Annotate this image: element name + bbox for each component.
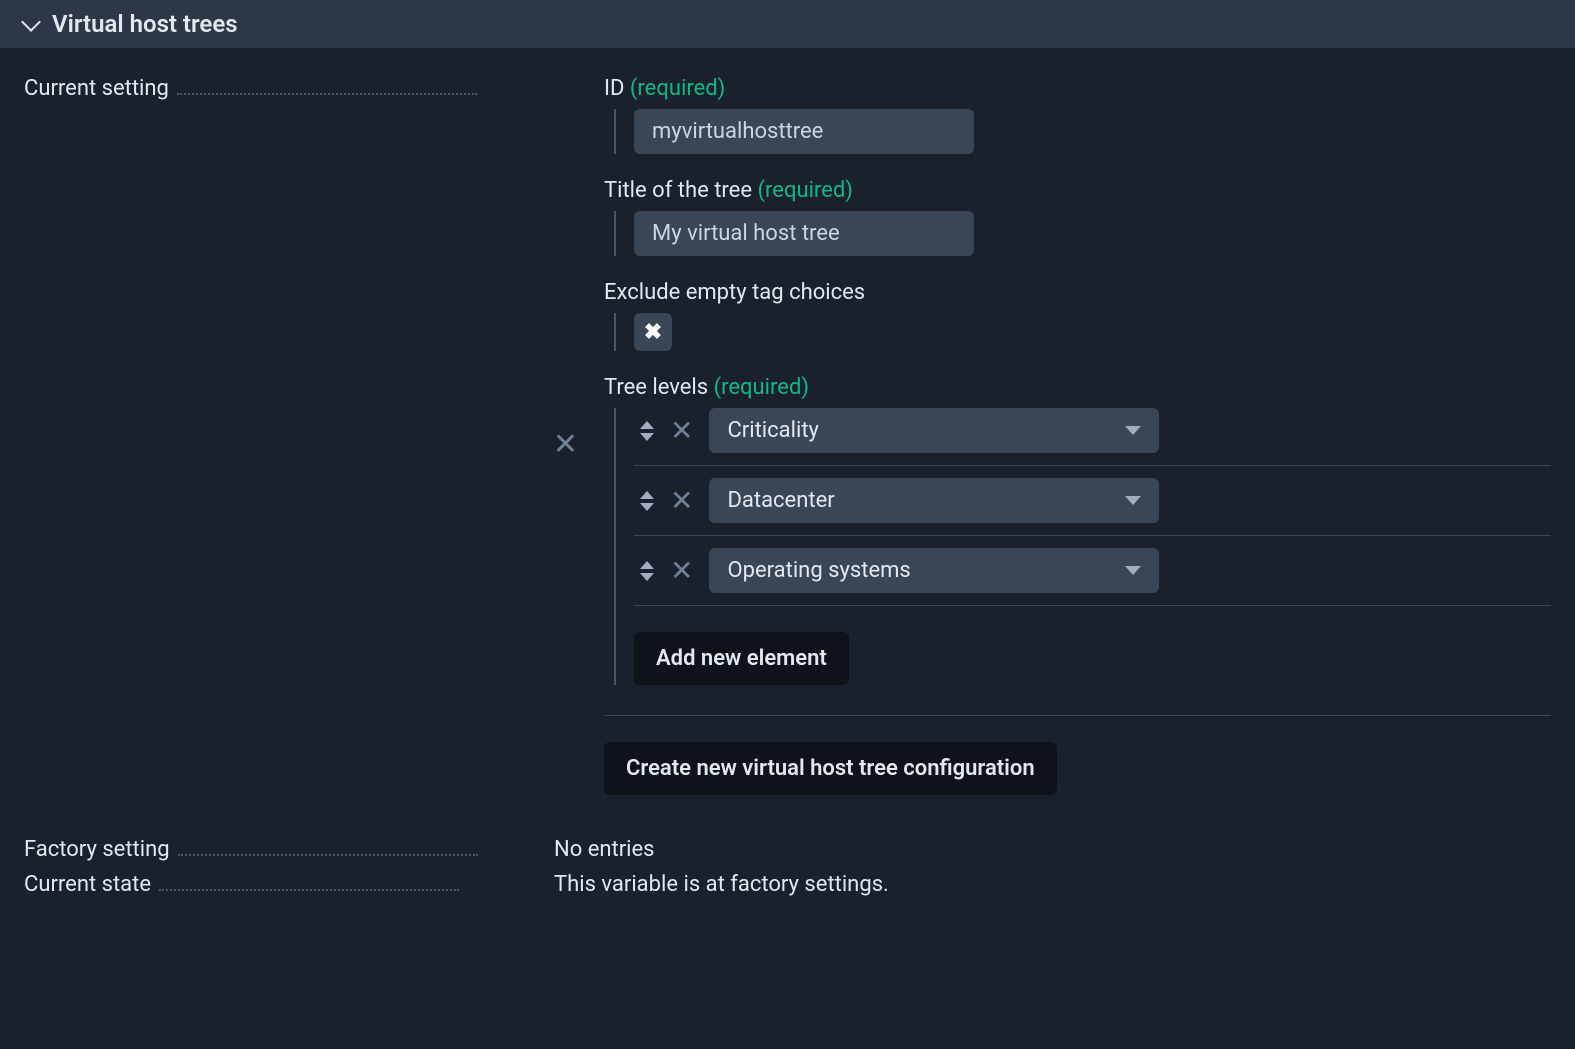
title-block: Title of the tree (required): [604, 178, 1551, 256]
current-state-label: Current state: [24, 872, 159, 897]
exclude-checkbox[interactable]: ✖: [634, 313, 672, 351]
dots-leader: [159, 889, 459, 891]
arrow-up-icon: [640, 561, 654, 569]
caret-down-icon: [1125, 496, 1141, 505]
content-area: Current setting ✕ ID (required): [0, 48, 1575, 935]
arrow-down-icon: [640, 503, 654, 511]
reorder-handle[interactable]: [640, 561, 654, 581]
reorder-handle[interactable]: [640, 421, 654, 441]
tree-levels-label: Tree levels: [604, 375, 708, 400]
select-value: Criticality: [727, 418, 818, 443]
current-state-row: Current state This variable is at factor…: [24, 872, 1551, 897]
separator: [604, 715, 1551, 716]
reorder-handle[interactable]: [640, 491, 654, 511]
indent-bar: [614, 211, 616, 256]
id-label-row: ID (required): [604, 76, 1551, 101]
arrow-down-icon: [640, 433, 654, 441]
chevron-down-icon: [21, 12, 41, 32]
delete-entry-button[interactable]: ✕: [553, 430, 578, 460]
id-input[interactable]: [634, 109, 974, 154]
dots-leader: [177, 93, 477, 95]
exclude-label: Exclude empty tag choices: [604, 280, 1551, 305]
title-required: (required): [758, 178, 853, 203]
tree-level-row: ✕ Datacenter: [634, 466, 1551, 536]
factory-setting-row: Factory setting No entries: [24, 837, 1551, 862]
arrow-up-icon: [640, 491, 654, 499]
tree-level-list: ✕ Criticality: [634, 408, 1551, 606]
remove-level-button[interactable]: ✕: [670, 417, 693, 445]
title-label-row: Title of the tree (required): [604, 178, 1551, 203]
tree-level-select[interactable]: Datacenter: [709, 478, 1159, 523]
tree-levels-block: Tree levels (required) ✕: [604, 375, 1551, 685]
title-label: Title of the tree: [604, 178, 752, 203]
tree-levels-required: (required): [714, 375, 809, 400]
current-setting-label-col: Current setting ✕: [24, 76, 604, 827]
current-setting-row: Current setting ✕ ID (required): [24, 76, 1551, 827]
tree-level-select[interactable]: Operating systems: [709, 548, 1159, 593]
indent-bar: [614, 408, 616, 685]
tree-level-row: ✕ Operating systems: [634, 536, 1551, 606]
create-config-button[interactable]: Create new virtual host tree configurati…: [604, 742, 1057, 795]
factory-setting-label: Factory setting: [24, 837, 178, 862]
select-value: Datacenter: [727, 488, 834, 513]
tree-level-select[interactable]: Criticality: [709, 408, 1159, 453]
indent-bar: [614, 313, 616, 351]
x-icon: ✖: [644, 320, 662, 345]
arrow-down-icon: [640, 573, 654, 581]
tree-level-row: ✕ Criticality: [634, 408, 1551, 466]
section-header[interactable]: Virtual host trees: [0, 0, 1575, 48]
caret-down-icon: [1125, 566, 1141, 575]
remove-level-button[interactable]: ✕: [670, 487, 693, 515]
title-input[interactable]: [634, 211, 974, 256]
factory-setting-value: No entries: [554, 837, 655, 862]
id-required: (required): [630, 76, 725, 101]
current-setting-form: ID (required) Title of the tree (require…: [604, 76, 1551, 827]
exclude-block: Exclude empty tag choices ✖: [604, 280, 1551, 351]
current-state-value: This variable is at factory settings.: [554, 872, 889, 897]
dots-leader: [178, 854, 478, 856]
id-label: ID: [604, 76, 624, 101]
tree-levels-label-row: Tree levels (required): [604, 375, 1551, 400]
select-value: Operating systems: [727, 558, 910, 583]
arrow-up-icon: [640, 421, 654, 429]
add-element-button[interactable]: Add new element: [634, 632, 849, 685]
remove-level-button[interactable]: ✕: [670, 557, 693, 585]
id-block: ID (required): [604, 76, 1551, 154]
caret-down-icon: [1125, 426, 1141, 435]
current-setting-label: Current setting: [24, 76, 177, 101]
indent-bar: [614, 109, 616, 154]
section-title: Virtual host trees: [52, 10, 238, 38]
